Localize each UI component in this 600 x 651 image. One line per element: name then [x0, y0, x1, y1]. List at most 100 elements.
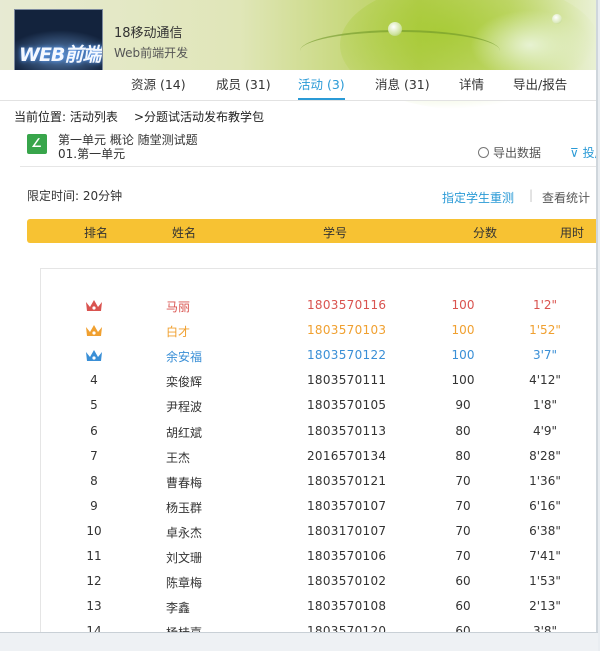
- time-cell: 1'2": [532, 298, 558, 312]
- tab-details[interactable]: 详情: [459, 70, 484, 100]
- score-cell: 70: [455, 524, 471, 538]
- crown-silver-icon: [86, 325, 102, 336]
- student-id-cell: 2016570134: [307, 449, 387, 463]
- student-name-cell: 陈章梅: [166, 576, 203, 590]
- student-id-cell: 1803570108: [307, 599, 387, 613]
- score-cell: 60: [455, 574, 471, 588]
- score-cell: 70: [455, 549, 471, 563]
- student-id-cell: 1803570121: [307, 474, 387, 488]
- retest-students-link[interactable]: 指定学生重测: [442, 189, 514, 206]
- score-cell: 100: [451, 298, 475, 312]
- student-id-cell: 1803570116: [307, 298, 387, 312]
- export-data-button[interactable]: 导出数据: [478, 144, 541, 161]
- tab-members[interactable]: 成员 (31): [216, 70, 271, 100]
- table-row: 白才 1803570103 100 1'52": [0, 323, 598, 348]
- table-row: 13 李鑫 1803570108 60 2'13": [0, 599, 598, 624]
- table-header: 排名 姓名 学号 分数 用时: [27, 219, 598, 243]
- tab-messages[interactable]: 消息 (31): [375, 70, 430, 100]
- water-drop-decoration: [552, 14, 562, 24]
- student-name-cell: 胡红斌: [166, 426, 203, 440]
- app-frame: WEB前端 18移动通信 Web前端开发 资源 (14) 成员 (31) 活动 …: [0, 0, 598, 651]
- header-name: 姓名: [172, 226, 197, 240]
- student-name-cell: 卓永杰: [166, 526, 203, 540]
- view-stats-link[interactable]: 查看统计: [542, 189, 590, 206]
- student-id-cell: 1803570111: [307, 373, 387, 387]
- tab-resources[interactable]: 资源 (14): [131, 70, 186, 100]
- time-cell: 7'41": [529, 549, 561, 563]
- student-name-cell: 白才: [166, 325, 191, 339]
- time-cell: 1'52": [529, 323, 561, 337]
- tab-activities[interactable]: 活动 (3): [298, 70, 345, 100]
- course-nav: 资源 (14) 成员 (31) 活动 (3) 消息 (31) 详情 导出/报告: [0, 70, 598, 101]
- time-limit: 限定时间: 20分钟: [27, 189, 123, 203]
- action-separator: |: [529, 188, 534, 202]
- crown-bronze-icon: [86, 350, 102, 361]
- student-name-cell: 栾俊辉: [166, 375, 203, 389]
- time-cell: 8'28": [529, 449, 561, 463]
- student-name-cell: 李鑫: [166, 601, 191, 615]
- table-row: 余安福 1803570122 100 3'7": [0, 348, 598, 373]
- student-name-cell: 马丽: [166, 300, 191, 314]
- score-cell: 100: [451, 348, 475, 362]
- export-data-label: 导出数据: [493, 146, 542, 160]
- student-name-cell: 刘文珊: [166, 551, 203, 565]
- header-rank: 排名: [84, 226, 109, 240]
- header-student-id: 学号: [323, 226, 348, 240]
- time-cell: 3'7": [532, 348, 558, 362]
- course-logo-text: WEB前端: [19, 44, 101, 66]
- time-cell: 6'38": [529, 524, 561, 538]
- breadcrumb: 当前位置: 活动列表 >分题试活动发布教学包: [14, 108, 264, 125]
- course-subtitle: Web前端开发: [114, 46, 189, 60]
- rank-cell: 5: [90, 398, 98, 412]
- time-cell: 1'36": [529, 474, 561, 488]
- rank-cell: 10: [86, 524, 102, 538]
- rank-cell: 13: [86, 599, 102, 613]
- score-cell: 100: [451, 373, 475, 387]
- scrollbar-horizontal[interactable]: [0, 632, 598, 651]
- score-cell: 100: [451, 323, 475, 337]
- rank-cell: 7: [90, 449, 98, 463]
- score-cell: 90: [455, 398, 471, 412]
- time-cell: 1'8": [532, 398, 558, 412]
- rank-cell: 4: [90, 373, 98, 387]
- table-row: 4 栾俊辉 1803570111 100 4'12": [0, 373, 598, 398]
- student-name-cell: 曹春梅: [166, 476, 203, 490]
- breadcrumb-prefix: 当前位置: 活动列表: [14, 110, 118, 124]
- rank-cell: 6: [90, 424, 98, 438]
- frame-border: [596, 0, 598, 651]
- header-score: 分数: [473, 226, 498, 240]
- crown-gold-icon: [86, 300, 102, 311]
- activity-subtitle: 01.第一单元: [58, 147, 126, 161]
- export-icon: [478, 147, 489, 158]
- rank-cell: 12: [86, 574, 102, 588]
- table-row: 5 尹程波 1803570105 90 1'8": [0, 398, 598, 423]
- score-cell: 70: [455, 499, 471, 513]
- table-row: 10 卓永杰 1803170107 70 6'38": [0, 524, 598, 549]
- divider: [20, 166, 598, 167]
- activity-header: ∠ 第一单元 概论 随堂测试题 01.第一单元 导出数据 ⊽ 投屏: [20, 128, 598, 164]
- score-cell: 80: [455, 449, 471, 463]
- time-cell: 4'9": [532, 424, 558, 438]
- student-id-cell: 1803570113: [307, 424, 387, 438]
- student-name-cell: 尹程波: [166, 400, 203, 414]
- table-row: 9 杨玉群 1803570107 70 6'16": [0, 499, 598, 524]
- time-cell: 6'16": [529, 499, 561, 513]
- student-id-cell: 1803570102: [307, 574, 387, 588]
- table-row: 12 陈章梅 1803570102 60 1'53": [0, 574, 598, 599]
- cast-icon: ⊽: [570, 146, 583, 160]
- breadcrumb-current[interactable]: >分题试活动发布教学包: [134, 108, 264, 125]
- water-drop-decoration: [388, 22, 402, 36]
- quiz-icon: ∠: [27, 134, 47, 154]
- student-name-cell: 余安福: [166, 350, 203, 364]
- student-name-cell: 王杰: [166, 451, 191, 465]
- rank-cell: 9: [90, 499, 98, 513]
- student-id-cell: 1803570107: [307, 499, 387, 513]
- table-row: 6 胡红斌 1803570113 80 4'9": [0, 424, 598, 449]
- tab-export-report[interactable]: 导出/报告: [513, 70, 567, 100]
- student-id-cell: 1803170107: [307, 524, 387, 538]
- cast-button[interactable]: ⊽ 投屏: [570, 144, 598, 161]
- header-time: 用时: [560, 226, 585, 240]
- student-id-cell: 1803570105: [307, 398, 387, 412]
- rank-cell: 11: [86, 549, 102, 563]
- score-cell: 60: [455, 599, 471, 613]
